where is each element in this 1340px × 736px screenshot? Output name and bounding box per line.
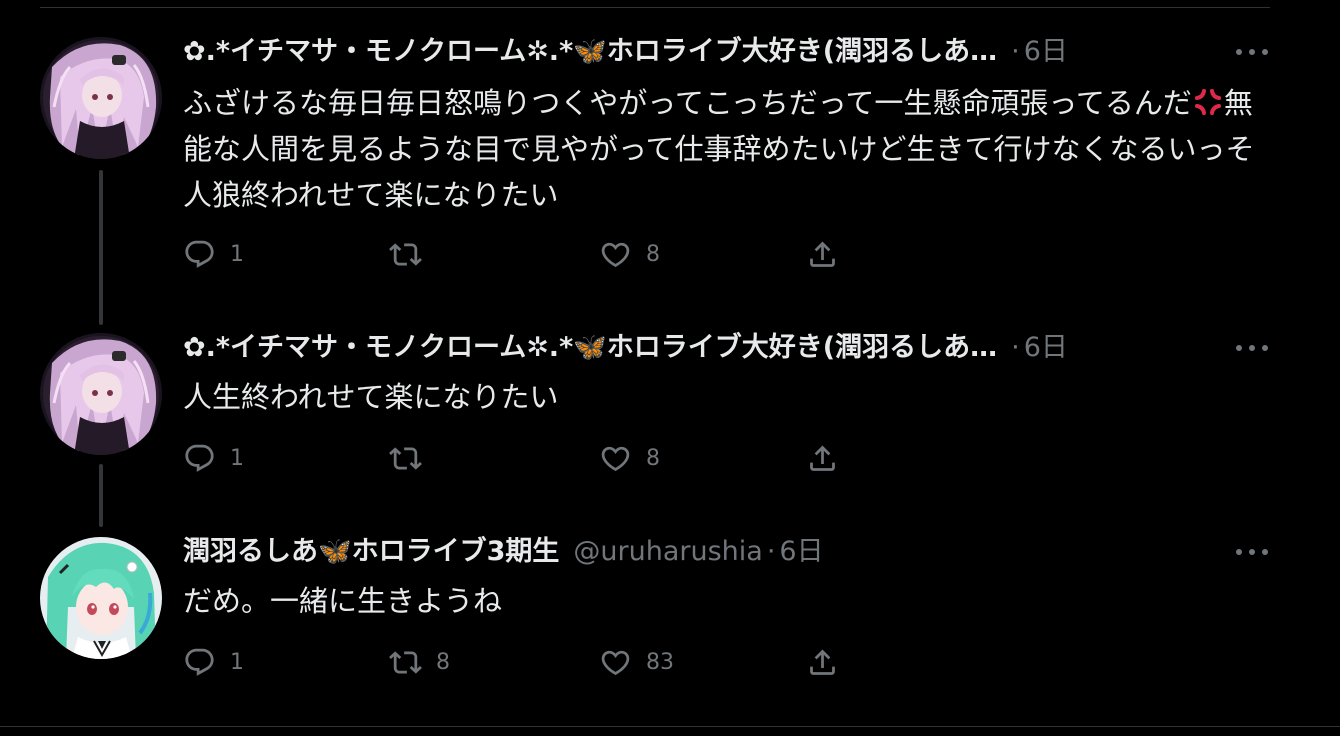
more-options-icon[interactable] xyxy=(1236,342,1268,354)
share-button[interactable] xyxy=(806,234,839,274)
like-count: 8 xyxy=(646,445,660,471)
like-button[interactable]: 8 xyxy=(599,438,660,478)
display-name[interactable]: ✿.*イチマサ・モノクローム✲.*🦋ホロライブ大好き(潤羽るしあ… xyxy=(183,328,997,368)
tweet-text-part: ふざけるな毎日毎日怒鳴りつくやがってこっちだって一生懸命頑張ってるんだ xyxy=(183,86,1192,120)
share-button[interactable] xyxy=(806,438,839,478)
avatar-pink-hair-icon xyxy=(40,333,162,455)
timestamp[interactable]: 6日 xyxy=(1024,32,1068,72)
retweet-icon xyxy=(389,442,422,475)
more-options-icon[interactable] xyxy=(1236,46,1268,58)
user-handle[interactable]: @uruharushia xyxy=(573,532,762,572)
reply-button[interactable]: 1 xyxy=(183,642,244,682)
more-options-icon[interactable] xyxy=(1236,546,1268,558)
like-count: 83 xyxy=(646,649,674,675)
tweet[interactable]: 潤羽るしあ🦋ホロライブ3期生 @uruharushia · 6日 だめ。一緒に生… xyxy=(0,510,1340,725)
like-button[interactable]: 8 xyxy=(599,234,660,274)
reply-icon xyxy=(183,238,216,271)
retweet-button[interactable] xyxy=(389,438,436,478)
avatar-pink-hair-icon xyxy=(40,37,162,159)
tweet-header: ✿.*イチマサ・モノクローム✲.*🦋ホロライブ大好き(潤羽るしあ… · 6日 xyxy=(183,328,1223,368)
like-button[interactable]: 83 xyxy=(599,642,674,682)
reply-button[interactable]: 1 xyxy=(183,234,244,274)
retweet-count: 8 xyxy=(436,649,450,675)
avatar-green-hair-icon xyxy=(40,537,162,659)
reply-count: 1 xyxy=(230,445,244,471)
retweet-icon xyxy=(389,646,422,679)
retweet-button[interactable]: 8 xyxy=(389,642,450,682)
tweet-text: 人生終われせて楽になりたい xyxy=(183,380,559,414)
share-icon xyxy=(806,238,839,271)
share-icon xyxy=(806,442,839,475)
heart-icon xyxy=(599,238,632,271)
tweet[interactable]: ✿.*イチマサ・モノクローム✲.*🦋ホロライブ大好き(潤羽るしあ… · 6日 ふ… xyxy=(0,0,1340,300)
share-icon xyxy=(806,646,839,679)
share-button[interactable] xyxy=(806,642,839,682)
timestamp[interactable]: 6日 xyxy=(779,532,823,572)
retweet-icon xyxy=(389,238,422,271)
avatar[interactable] xyxy=(40,537,162,659)
tweet-actions: 1 8 xyxy=(183,234,863,274)
tweet-text: だめ。一緒に生きようね xyxy=(183,584,503,618)
tweet-actions: 1 8 83 xyxy=(183,642,863,682)
anger-symbol-icon xyxy=(1193,84,1223,114)
reply-count: 1 xyxy=(230,241,244,267)
reply-button[interactable]: 1 xyxy=(183,438,244,478)
like-count: 8 xyxy=(646,241,660,267)
tweet[interactable]: ✿.*イチマサ・モノクローム✲.*🦋ホロライブ大好き(潤羽るしあ… · 6日 人… xyxy=(0,300,1340,510)
reply-icon xyxy=(183,646,216,679)
bottom-divider xyxy=(0,726,1340,727)
separator-dot: · xyxy=(1011,36,1020,67)
separator-dot: · xyxy=(766,536,776,567)
tweet-actions: 1 8 xyxy=(183,438,863,478)
tweet-text: ふざけるな毎日毎日怒鳴りつくやがってこっちだって一生懸命頑張ってるんだ 無能な人間… xyxy=(183,80,1268,218)
tweet-header: ✿.*イチマサ・モノクローム✲.*🦋ホロライブ大好き(潤羽るしあ… · 6日 xyxy=(183,32,1223,72)
avatar[interactable] xyxy=(40,333,162,455)
separator-dot: · xyxy=(1011,332,1020,363)
retweet-button[interactable] xyxy=(389,234,436,274)
tweet-header: 潤羽るしあ🦋ホロライブ3期生 @uruharushia · 6日 xyxy=(183,532,1223,572)
heart-icon xyxy=(599,646,632,679)
display-name[interactable]: 潤羽るしあ🦋ホロライブ3期生 xyxy=(183,532,559,572)
reply-count: 1 xyxy=(230,649,244,675)
heart-icon xyxy=(599,442,632,475)
timestamp[interactable]: 6日 xyxy=(1024,328,1068,368)
avatar[interactable] xyxy=(40,37,162,159)
reply-icon xyxy=(183,442,216,475)
display-name[interactable]: ✿.*イチマサ・モノクローム✲.*🦋ホロライブ大好き(潤羽るしあ… xyxy=(183,32,997,72)
